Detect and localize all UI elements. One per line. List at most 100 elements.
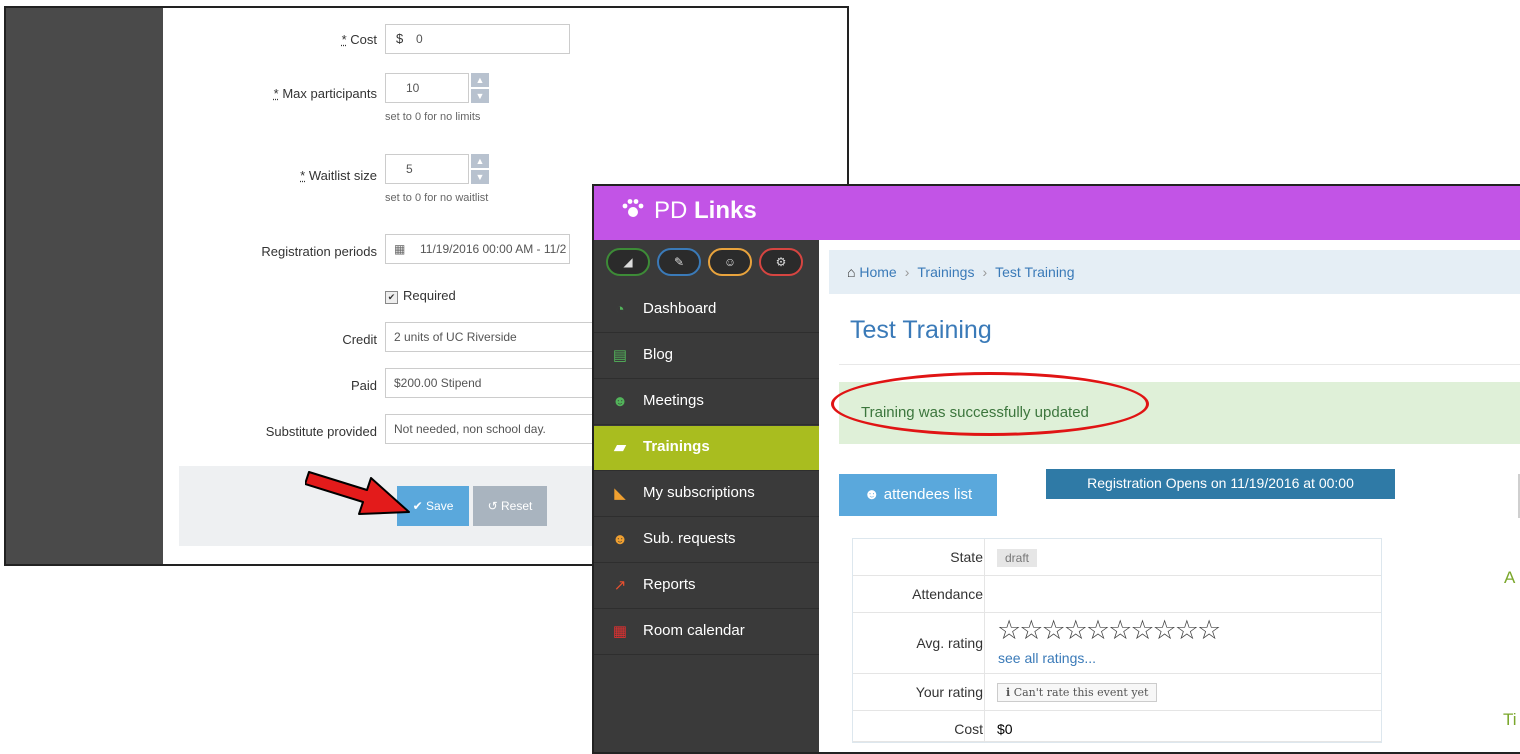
cost-value: $0 [997, 721, 1013, 737]
paid-label: Paid [350, 378, 377, 393]
attendees-list-button[interactable]: ☻ attendees list [839, 474, 997, 516]
sidebar-item-dashboard[interactable]: ◔ Dashboard [594, 288, 819, 333]
star-icon: ☆ [1108, 615, 1132, 645]
undo-icon: ↺ [487, 499, 498, 513]
required-label: Required [403, 288, 456, 303]
sidebar-item-label: Reports [643, 576, 696, 593]
waitlist-label: * Waitlist size [300, 168, 377, 183]
brand-title[interactable]: PD Links [654, 197, 757, 225]
status-badge: draft [997, 549, 1038, 567]
cost-value: 0 [416, 32, 423, 46]
required-checkbox-row[interactable]: ✔ Required [385, 288, 456, 304]
home-icon: ⌂ [847, 264, 856, 280]
star-icon: ☆ [1130, 615, 1154, 645]
max-participants-label: * Max participants [273, 86, 377, 101]
waitlist-stepper[interactable]: ▲ ▼ [471, 154, 489, 184]
reset-button[interactable]: ↺ Reset [473, 486, 547, 526]
max-participants-input[interactable]: 10 [385, 73, 469, 103]
sidebar-item-sub-requests[interactable]: ☻ Sub. requests [594, 518, 819, 563]
sidebar-item-blog[interactable]: ▤ Blog [594, 334, 819, 379]
avg-rating-label: Avg. rating [916, 635, 983, 651]
info-icon: i [1006, 686, 1011, 699]
annotation-arrow [305, 471, 410, 515]
signal-icon[interactable]: ◢ [606, 248, 650, 276]
chevron-down-icon[interactable]: ▼ [471, 170, 489, 184]
sidebar-item-my-subscriptions[interactable]: ◣ My subscriptions [594, 472, 819, 517]
star-icon: ☆ [1152, 615, 1177, 645]
your-rating-label: Your rating [915, 684, 983, 700]
main-content: ⌂ Home › Trainings › Test Training Test Trai… [819, 240, 1520, 752]
star-icon: ☆ [1019, 615, 1043, 645]
dashboard-icon: ◔ [615, 301, 625, 318]
meetings-icon: ☻ [612, 393, 628, 410]
max-participants-stepper[interactable]: ▲ ▼ [471, 73, 489, 103]
blog-icon: ▤ [612, 347, 628, 364]
training-details-table: State draft Attendance Avg. rating ☆☆☆☆☆… [852, 538, 1382, 743]
table-row: State draft [853, 539, 1381, 576]
calendar-icon: ▦ [394, 242, 406, 256]
sidebar-item-label: Dashboard [643, 300, 717, 317]
reports-icon: ↗ [613, 577, 627, 594]
sidebar: ◢ ✎ ☺ ⚙ ◔ Dashboard ▤ Blog ☻ Meetings ▰ Trainings ◣… [594, 240, 819, 752]
sidebar-item-label: Meetings [643, 392, 704, 409]
star-icon: ☆ [1085, 615, 1110, 645]
breadcrumb-trainings[interactable]: Trainings [917, 264, 974, 280]
left-sidebar [6, 8, 163, 564]
star-icon: ☆ [997, 615, 1021, 645]
registration-periods-input[interactable]: ▦ 11/19/2016 00:00 AM - 11/2 [385, 234, 570, 264]
sidebar-item-label: My subscriptions [643, 484, 755, 501]
user-remove-icon: ☻ [612, 531, 628, 548]
substitute-label: Substitute provided [265, 424, 377, 439]
gears-icon[interactable]: ⚙ [759, 248, 803, 276]
star-icon: ☆ [1196, 615, 1221, 645]
chevron-down-icon[interactable]: ▼ [471, 89, 489, 103]
breadcrumb-current[interactable]: Test Training [995, 264, 1074, 280]
max-participants-hint: set to 0 for no limits [385, 111, 481, 123]
credit-input[interactable]: 2 units of UC Riverside [385, 322, 615, 352]
cost-label: Cost [954, 721, 983, 737]
users-icon: ☻ [863, 486, 880, 503]
chevron-up-icon[interactable]: ▲ [471, 154, 489, 168]
chevron-up-icon[interactable]: ▲ [471, 73, 489, 87]
paw-logo-icon [622, 199, 644, 217]
divider [839, 364, 1520, 365]
breadcrumb-home[interactable]: Home [859, 264, 896, 280]
credit-label: Credit [342, 332, 377, 347]
users-icon[interactable]: ☺ [708, 248, 752, 276]
substitute-input[interactable]: Not needed, non school day. [385, 414, 615, 444]
sidebar-item-room-calendar[interactable]: ▦ Room calendar [594, 610, 819, 655]
paid-input[interactable]: $200.00 Stipend [385, 368, 615, 398]
calendar-icon: ▦ [612, 623, 628, 640]
sidebar-item-label: Blog [643, 346, 674, 363]
table-row: Your rating i Can't rate this event yet [853, 674, 1381, 711]
state-label: State [950, 549, 983, 565]
trainings-icon: ▰ [614, 439, 626, 456]
cost-field[interactable]: $ 0 [385, 24, 570, 54]
right-panel-heading-a: A [1504, 568, 1516, 587]
table-row: Cost $0 [853, 711, 1381, 742]
required-checkbox[interactable]: ✔ [385, 291, 398, 304]
pd-links-window: PD Links ◢ ✎ ☺ ⚙ ◔ Dashboard ▤ Blog ☻ Meetings ▰ T… [592, 184, 1520, 754]
breadcrumb: ⌂ Home › Trainings › Test Training [829, 250, 1520, 294]
see-all-ratings-link[interactable]: see all ratings... [998, 650, 1096, 666]
star-icon: ☆ [1174, 615, 1199, 645]
sidebar-item-trainings[interactable]: ▰ Trainings [594, 426, 819, 471]
table-row: Avg. rating ☆☆☆☆☆☆☆☆☆☆ see all ratings..… [853, 613, 1381, 674]
waitlist-input[interactable]: 5 [385, 154, 469, 184]
attendance-label: Attendance [912, 586, 983, 602]
sidebar-item-label: Room calendar [643, 622, 745, 639]
sidebar-item-label: Sub. requests [643, 530, 736, 547]
table-row: Attendance [853, 576, 1381, 613]
annotation-ellipse [831, 372, 1149, 436]
sidebar-item-label: Trainings [643, 438, 710, 455]
rating-stars: ☆☆☆☆☆☆☆☆☆☆ [997, 615, 1221, 646]
rss-icon: ◣ [614, 485, 626, 502]
sidebar-item-meetings[interactable]: ☻ Meetings [594, 380, 819, 425]
cost-label: * Cost [341, 32, 377, 47]
registration-periods-value: 11/19/2016 00:00 AM - 11/2 [420, 242, 567, 256]
pencil-icon[interactable]: ✎ [657, 248, 701, 276]
registration-periods-label: Registration periods [261, 244, 377, 259]
sidebar-item-reports[interactable]: ↗ Reports [594, 564, 819, 609]
dollar-prefix: $ [396, 31, 404, 46]
page-title: Test Training [850, 316, 992, 344]
